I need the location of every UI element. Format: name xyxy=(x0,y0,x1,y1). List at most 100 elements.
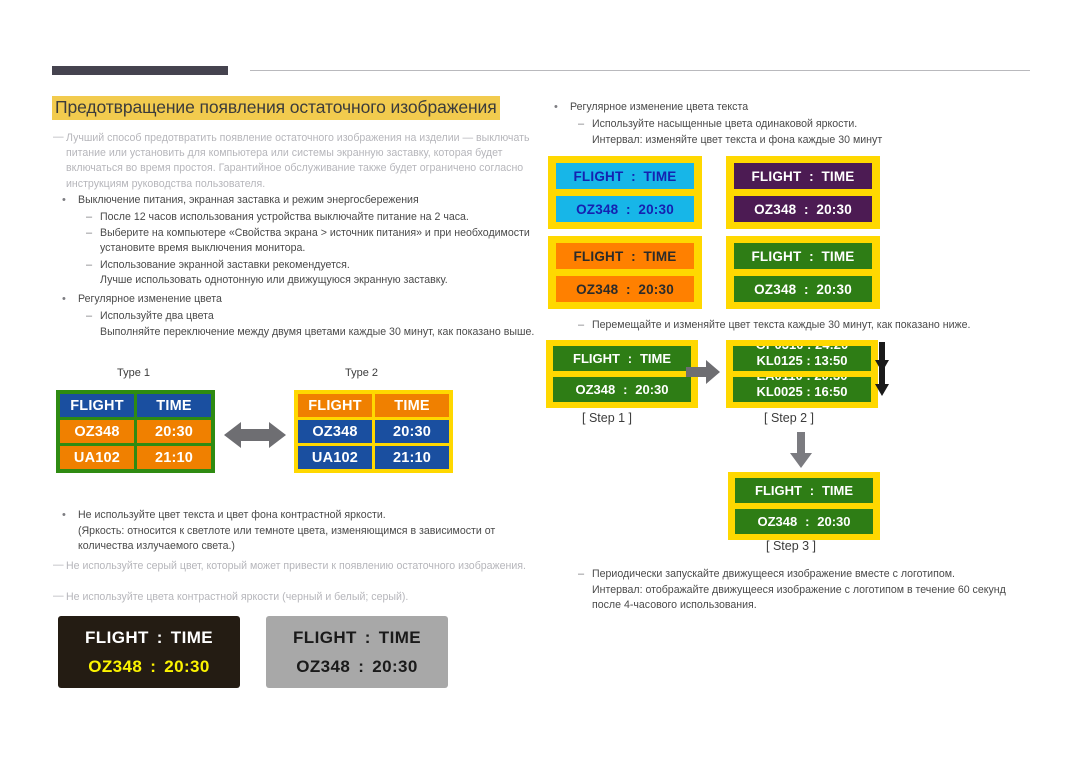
step2-board: OP0310 : 24:20 KL0125 : 13:50 EA0110 : 2… xyxy=(726,340,878,408)
dash-icon: – xyxy=(578,118,585,130)
type2-label: Type 2 xyxy=(345,367,379,379)
dash-icon: – xyxy=(578,568,585,580)
right-sub-1-1: – Используйте насыщенные цвета одинаково… xyxy=(578,117,1032,132)
step-time-label: TIME xyxy=(639,351,671,366)
sample-colon: : xyxy=(804,201,809,217)
sample-flight-label: FLIGHT xyxy=(573,248,624,264)
step-time-value: 20:30 xyxy=(817,514,851,529)
left-note-2: — Не используйте серый цвет, который мож… xyxy=(53,559,536,574)
sample-time-label: TIME xyxy=(821,168,855,184)
board-cell: TIME xyxy=(137,394,211,417)
color-sample-cyan: FLIGHT: TIME OZ348:20:30 xyxy=(548,156,702,229)
left-sub-1-2-text: Выберите на компьютере «Свойства экрана … xyxy=(100,227,530,255)
document-page: Предотвращение появления остаточного изо… xyxy=(0,0,1080,763)
step1-board: FLIGHT: TIME OZ348:20:30 xyxy=(546,340,698,408)
down-arrow-icon xyxy=(875,366,889,396)
step-colon: : xyxy=(627,351,633,366)
left-sub-2-1b: Выполняйте переключение между двумя цвет… xyxy=(100,326,535,338)
color-sample-orange: FLIGHT: TIME OZ348:20:30 xyxy=(548,236,702,309)
right-sub-2: – Перемещайте и изменяйте цвет текста ка… xyxy=(578,318,1032,333)
dash-marker: — xyxy=(53,590,64,602)
panel-time-value: 20:30 xyxy=(164,656,210,676)
left-intro-note-text: Лучший способ предотвратить появление ос… xyxy=(66,132,530,190)
right-sub-1-1b: Интервал: изменяйте цвет текста и фона к… xyxy=(592,134,883,146)
left-sub-1-1: – После 12 часов использования устройств… xyxy=(86,210,550,225)
step1-line-2: OZ348:20:30 xyxy=(553,377,691,402)
sample-line-2: OZ348:20:30 xyxy=(556,276,694,302)
step2-scroll-1b: KL0125 : 13:50 xyxy=(756,353,848,368)
right-note-bottom-b: Интервал: отображайте движущееся изображ… xyxy=(592,584,1006,612)
left-bullet-3b: (Яркость: относится к светлоте или темно… xyxy=(78,525,496,553)
board-cell: 20:30 xyxy=(375,420,449,443)
sample-flight-value: OZ348 xyxy=(576,281,619,297)
board-cell: FLIGHT xyxy=(298,394,372,417)
step2-line-1: OP0310 : 24:20 KL0125 : 13:50 xyxy=(733,346,871,371)
step-colon: : xyxy=(623,382,628,397)
sample-line-1: FLIGHT: TIME xyxy=(734,243,872,269)
step-flight-label: FLIGHT xyxy=(573,351,620,366)
sample-flight-label: FLIGHT xyxy=(573,168,624,184)
step3-board: FLIGHT: TIME OZ348:20:30 xyxy=(728,472,880,540)
right-note-bottom-text: Периодически запускайте движущееся изобр… xyxy=(592,568,955,580)
sample-colon: : xyxy=(631,248,636,264)
step2-scroll-2a: EA0110 : 20:30 xyxy=(733,377,871,384)
dash-icon: – xyxy=(86,310,93,322)
sample-flight-value: OZ348 xyxy=(754,201,797,217)
sample-colon: : xyxy=(809,168,814,184)
dash-icon: – xyxy=(86,259,93,271)
bullet-dot-icon: • xyxy=(554,101,558,113)
step2-label: [ Step 2 ] xyxy=(764,411,815,425)
page-title: Предотвращение появления остаточного изо… xyxy=(52,96,500,120)
type1-label: Type 1 xyxy=(117,367,151,379)
sample-line-2: OZ348:20:30 xyxy=(734,196,872,222)
left-sub-2-1: – Используйте два цвета xyxy=(86,309,540,324)
left-sub-1-1-text: После 12 часов использования устройства … xyxy=(100,211,469,223)
step3-line-2: OZ348:20:30 xyxy=(735,509,873,534)
left-sub-1-3-text: Использование экранной заставки рекоменд… xyxy=(100,259,350,271)
panel-time-label: TIME xyxy=(378,627,421,647)
step2-line-2: EA0110 : 20:30 KL0025 : 16:50 xyxy=(733,377,871,402)
panel-line-1: FLIGHT: TIME xyxy=(85,628,213,648)
dash-marker: — xyxy=(53,559,64,571)
sample-flight-label: FLIGHT xyxy=(751,248,802,264)
right-sub-2-text: Перемещайте и изменяйте цвет текста кажд… xyxy=(592,319,971,331)
panel-colon: : xyxy=(156,627,163,647)
step-flight-value: OZ348 xyxy=(575,382,616,397)
left-note-3: — Не используйте цвета контрастной яркос… xyxy=(53,590,536,605)
contrast-panel-dark: FLIGHT: TIME OZ348:20:30 xyxy=(58,616,240,688)
right-sub-1-1-text: Используйте насыщенные цвета одинаковой … xyxy=(592,118,858,130)
board-cell: 21:10 xyxy=(137,446,211,469)
panel-colon: : xyxy=(364,627,371,647)
step-time-label: TIME xyxy=(821,483,853,498)
board-cell: 20:30 xyxy=(137,420,211,443)
left-intro-note: — Лучший способ предотвратить появление … xyxy=(53,131,546,192)
right-bullet-1-text: Регулярное изменение цвета текста xyxy=(570,101,749,113)
panel-time-value: 20:30 xyxy=(372,656,418,676)
left-bullet-1: • Выключение питания, экранная заставка … xyxy=(62,193,548,208)
sample-colon: : xyxy=(804,281,809,297)
left-bullet-3-text: Не используйте цвет текста и цвет фона к… xyxy=(78,509,386,521)
sample-time-value: 20:30 xyxy=(816,281,852,297)
board-cell: FLIGHT xyxy=(60,394,134,417)
flight-board-type1: FLIGHT TIME OZ348 20:30 UA102 21:10 xyxy=(56,390,215,473)
step3-label: [ Step 3 ] xyxy=(766,539,817,553)
sample-line-1: FLIGHT: TIME xyxy=(556,243,694,269)
step1-line-1: FLIGHT: TIME xyxy=(553,346,691,371)
left-bullet-3: • Не используйте цвет текста и цвет фона… xyxy=(62,508,538,523)
panel-flight-label: FLIGHT xyxy=(85,627,149,647)
bullet-dot-icon: • xyxy=(62,293,66,305)
left-sub-1-3b: Лучше использовать однотонную или движущ… xyxy=(100,274,448,286)
step-time-value: 20:30 xyxy=(635,382,669,397)
board-cell: 21:10 xyxy=(375,446,449,469)
sample-colon: : xyxy=(626,201,631,217)
left-note-2-text: Не используйте серый цвет, который может… xyxy=(66,560,526,572)
panel-line-2: OZ348:20:30 xyxy=(296,657,417,677)
left-bullet-1-text: Выключение питания, экранная заставка и … xyxy=(78,194,419,206)
step-flight-label: FLIGHT xyxy=(755,483,802,498)
header-accent-bar xyxy=(52,66,228,75)
sample-time-value: 20:30 xyxy=(638,281,674,297)
dash-icon: – xyxy=(86,227,93,239)
sample-time-label: TIME xyxy=(821,248,855,264)
board-cell: UA102 xyxy=(60,446,134,469)
bullet-dot-icon: • xyxy=(62,194,66,206)
